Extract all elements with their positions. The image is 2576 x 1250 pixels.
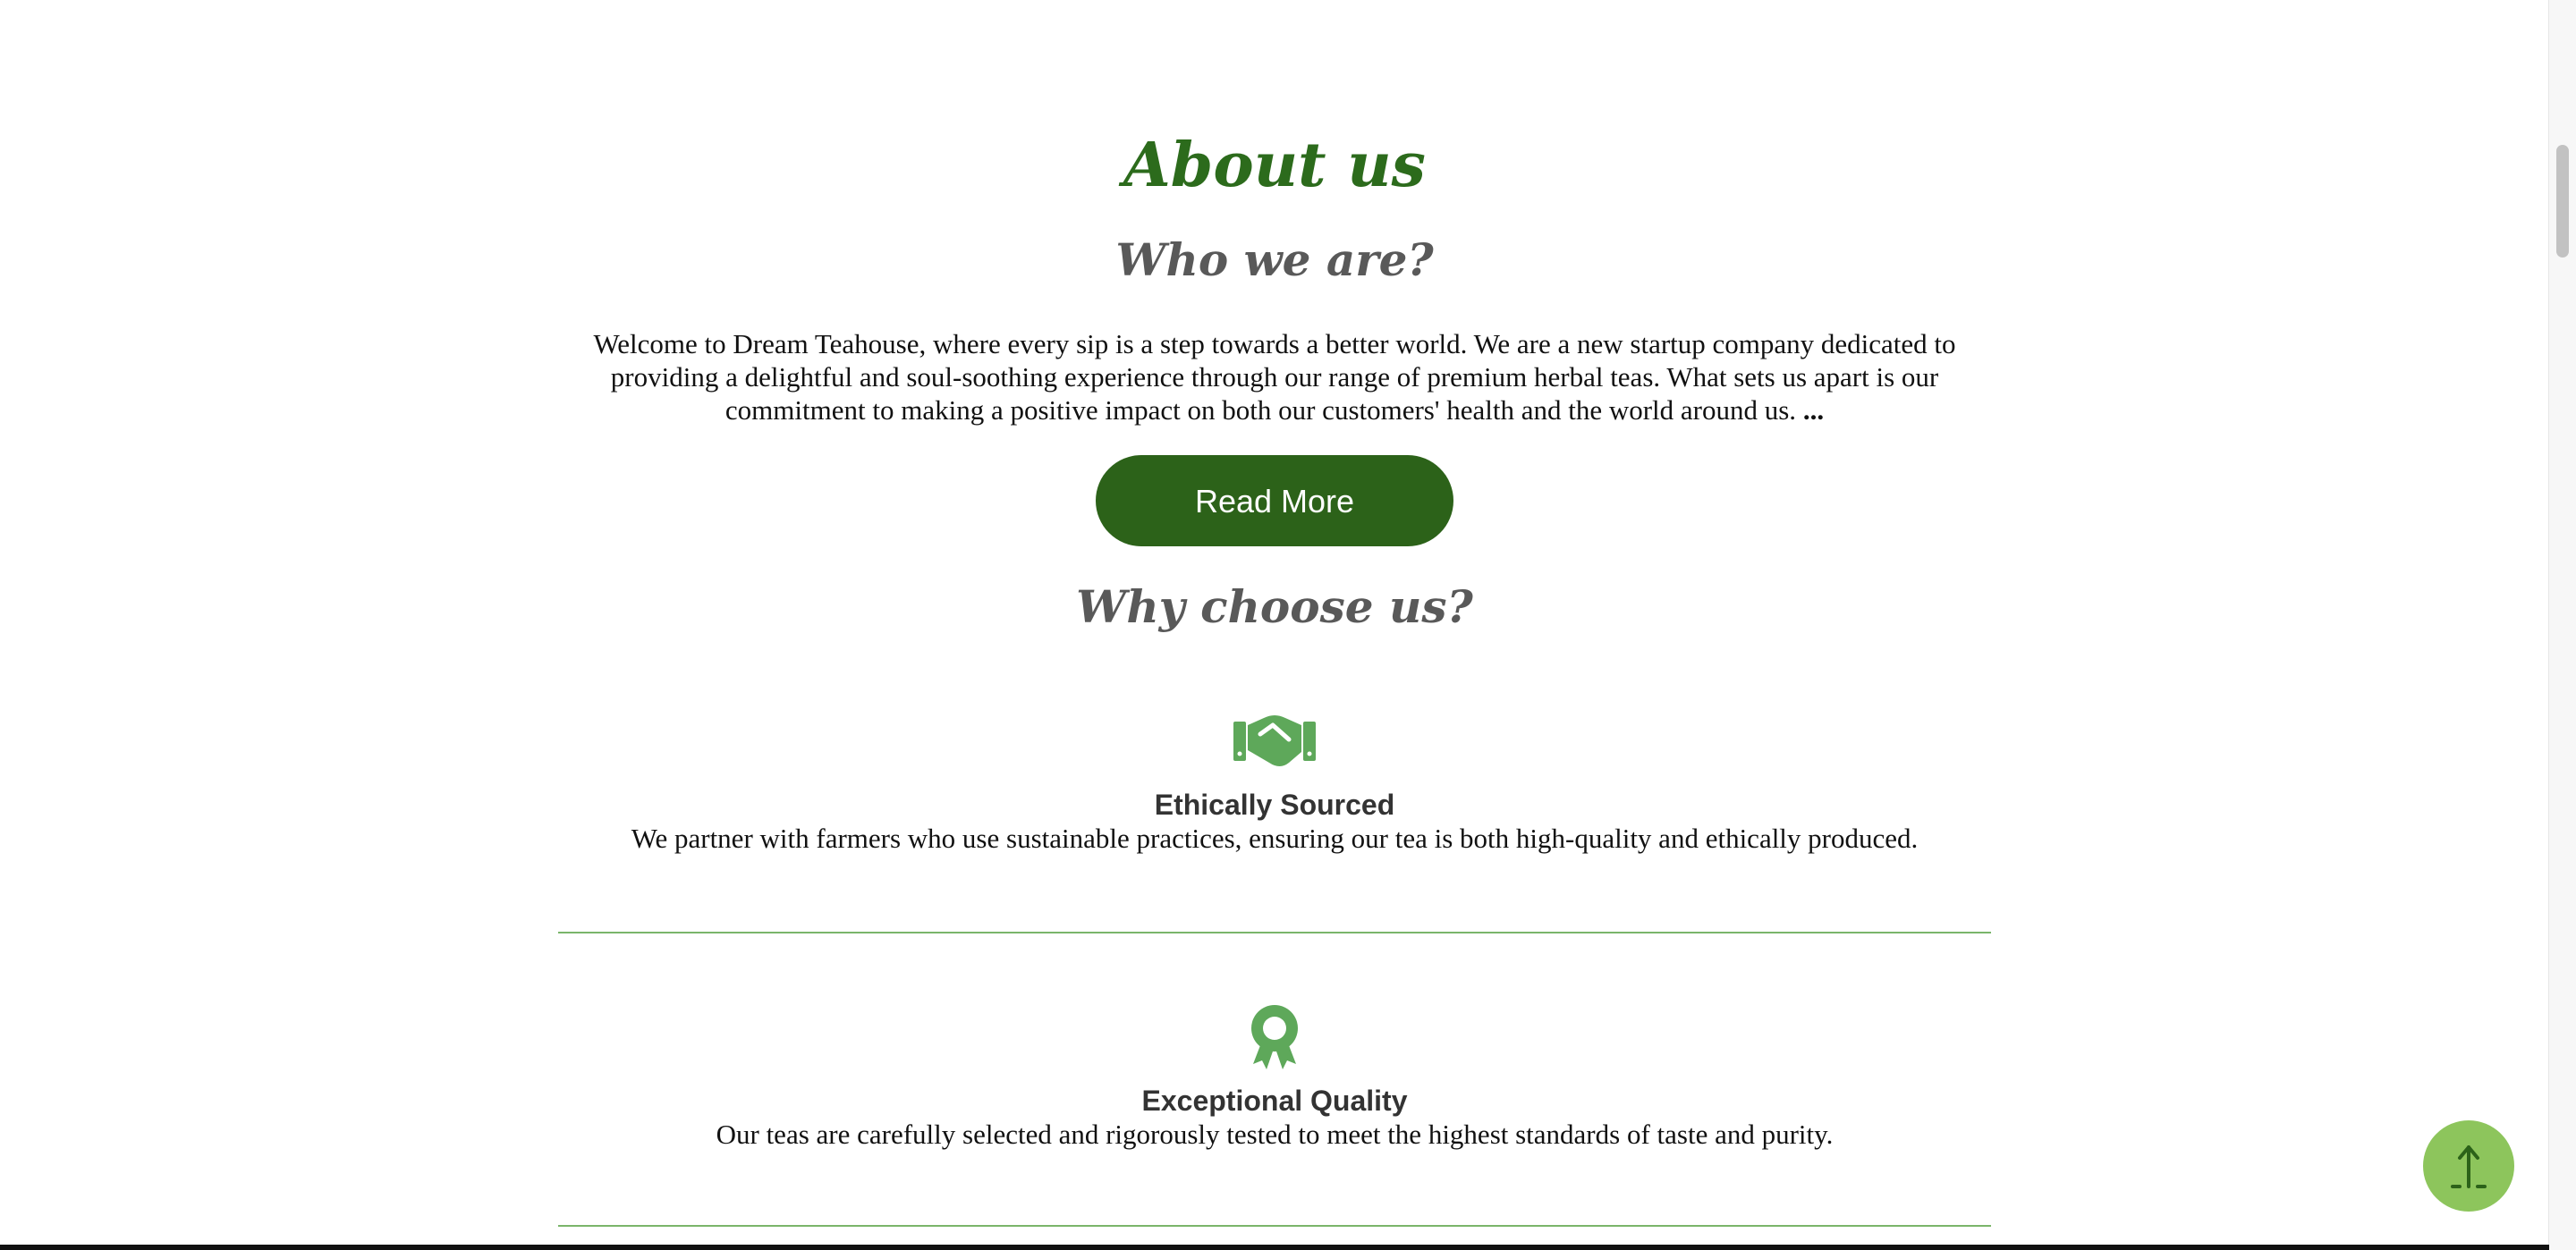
vertical-scrollbar[interactable] xyxy=(2548,0,2576,1250)
feature-description: We partner with farmers who use sustaina… xyxy=(631,823,1919,854)
divider xyxy=(558,1225,1991,1227)
back-to-top-button[interactable] xyxy=(2423,1120,2514,1212)
ellipsis: ... xyxy=(1802,394,1825,426)
feature-title: Exceptional Quality xyxy=(1141,1085,1408,1117)
welcome-text: Welcome to Dream Teahouse, where every s… xyxy=(593,328,1956,426)
feature-exceptional-quality: Exceptional Quality Our teas are careful… xyxy=(558,1001,1991,1152)
read-more-button[interactable]: Read More xyxy=(1096,455,1453,546)
window-bottom-edge xyxy=(0,1245,2549,1250)
feature-ethically-sourced: Ethically Sourced We partner with farmer… xyxy=(558,713,1991,856)
handshake-icon xyxy=(558,713,1991,768)
welcome-paragraph: Welcome to Dream Teahouse, where every s… xyxy=(567,327,1982,427)
scrollbar-thumb[interactable] xyxy=(2556,145,2569,258)
arrow-up-icon xyxy=(2423,1120,2514,1212)
who-we-are-heading: Who we are? xyxy=(1115,233,1434,286)
page: About us Who we are? Welcome to Dream Te… xyxy=(0,0,2576,1250)
about-section: About us Who we are? Welcome to Dream Te… xyxy=(558,0,1991,1250)
why-choose-us-heading: Why choose us? xyxy=(1076,580,1473,633)
feature-title: Ethically Sourced xyxy=(1154,789,1395,821)
feature-description: Our teas are carefully selected and rigo… xyxy=(716,1119,1834,1150)
award-ribbon-icon xyxy=(558,1001,1991,1073)
divider xyxy=(558,932,1991,933)
about-title: About us xyxy=(1123,130,1426,201)
